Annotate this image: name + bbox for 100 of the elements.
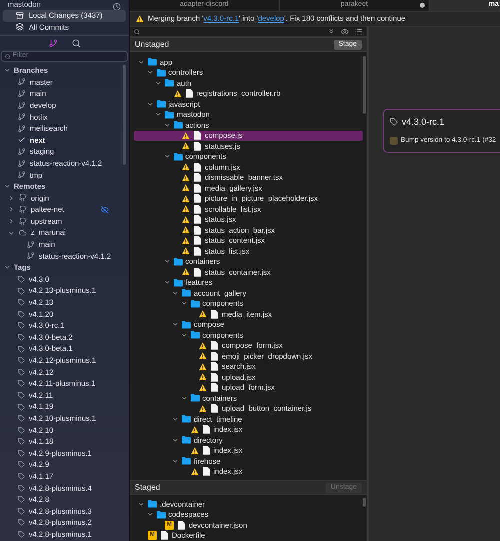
tag-icon xyxy=(18,346,25,353)
folder-icon xyxy=(190,394,200,402)
tag-icon xyxy=(18,357,25,364)
chevron-icon[interactable] xyxy=(8,194,15,202)
chevrons-down-icon[interactable] xyxy=(328,28,335,35)
warning-icon xyxy=(199,342,207,350)
search-icon xyxy=(134,28,140,34)
clock-icon[interactable] xyxy=(113,3,121,11)
tag-icon xyxy=(18,380,25,388)
tag-icon xyxy=(18,426,25,434)
chevron-icon[interactable] xyxy=(172,436,179,444)
tag-icon xyxy=(18,334,25,341)
warning-icon xyxy=(182,184,190,192)
tag-icon xyxy=(18,368,25,376)
tag-icon xyxy=(18,519,25,526)
warning-icon xyxy=(199,310,207,318)
folder-icon xyxy=(148,58,157,66)
warning-icon xyxy=(199,404,207,413)
hidden-icon[interactable] xyxy=(101,206,109,214)
chevron-icon[interactable] xyxy=(4,183,11,190)
file-icon xyxy=(186,89,192,98)
branch-icon[interactable] xyxy=(48,39,58,48)
chevron-icon[interactable] xyxy=(155,111,162,118)
tag-icon xyxy=(18,438,25,446)
warning-icon xyxy=(190,426,198,434)
tag-icon xyxy=(18,415,25,422)
chevron-icon[interactable] xyxy=(146,100,154,108)
chevron-icon[interactable] xyxy=(172,290,179,297)
box-icon xyxy=(16,12,24,20)
tag-icon xyxy=(18,404,25,411)
file-icon xyxy=(161,531,168,540)
folder-icon xyxy=(174,278,182,287)
search-icon xyxy=(5,54,11,60)
warning-icon xyxy=(182,174,190,182)
scrollbar-thumb[interactable] xyxy=(123,65,126,165)
warning-icon xyxy=(199,384,207,392)
chevron-icon[interactable] xyxy=(164,279,170,286)
tag-name: v4.3.0-rc.1 xyxy=(402,116,445,129)
tag-icon xyxy=(18,310,25,318)
chevron-icon[interactable] xyxy=(4,67,11,74)
chevron-icon[interactable] xyxy=(138,500,145,508)
tag-icon xyxy=(18,496,25,504)
chevron-icon[interactable] xyxy=(4,264,11,272)
file-icon xyxy=(178,520,185,530)
tag-icon xyxy=(18,288,25,295)
github-icon xyxy=(19,218,27,226)
warning-icon xyxy=(182,132,190,140)
chevron-icon[interactable] xyxy=(138,58,145,66)
chevron-icon[interactable] xyxy=(180,332,188,339)
cloud-icon xyxy=(19,229,27,238)
warning-icon xyxy=(182,268,190,276)
chevron-icon[interactable] xyxy=(180,300,188,308)
warning-icon xyxy=(182,236,190,245)
folder-icon xyxy=(190,331,200,340)
chevron-icon[interactable] xyxy=(180,394,188,402)
folder-icon xyxy=(182,415,191,424)
warning-icon xyxy=(182,216,190,224)
file-icon xyxy=(211,404,218,414)
folder-icon xyxy=(182,436,191,444)
tag-icon xyxy=(18,450,25,457)
chevron-icon[interactable] xyxy=(164,122,170,129)
chevron-icon[interactable] xyxy=(8,206,15,214)
chevron-icon[interactable] xyxy=(172,416,179,423)
tag-icon xyxy=(18,322,25,330)
tag-icon xyxy=(18,508,25,515)
chevron-icon[interactable] xyxy=(146,511,154,518)
chevron-icon[interactable] xyxy=(164,153,170,160)
warning-icon xyxy=(136,15,144,23)
folder-icon xyxy=(174,152,182,161)
folder-icon xyxy=(174,258,182,266)
eye-icon[interactable] xyxy=(341,28,349,36)
folder-icon xyxy=(165,110,174,119)
file-icon xyxy=(194,268,201,277)
chevron-icon[interactable] xyxy=(172,458,179,465)
file-icon xyxy=(211,310,218,319)
folder-icon xyxy=(174,121,182,130)
chevron-icon[interactable] xyxy=(8,230,15,237)
warning-icon xyxy=(182,163,190,172)
chevron-icon[interactable] xyxy=(146,69,154,76)
tag-icon xyxy=(18,473,25,480)
warning-icon xyxy=(199,362,207,371)
folder-icon xyxy=(165,79,174,88)
folder-icon xyxy=(148,500,157,508)
tag-icon xyxy=(390,118,398,126)
tag-icon xyxy=(18,276,25,283)
list-icon[interactable] xyxy=(355,28,363,36)
github-icon xyxy=(19,194,27,202)
chevron-icon[interactable] xyxy=(172,321,179,328)
file-icon xyxy=(202,467,210,476)
warning-icon xyxy=(182,226,190,234)
chevron-icon[interactable] xyxy=(155,80,162,87)
chevron-icon[interactable] xyxy=(8,218,15,226)
chevron-icon[interactable] xyxy=(164,258,170,266)
folder-icon xyxy=(182,320,191,329)
warning-icon xyxy=(190,446,198,455)
tag-icon xyxy=(18,392,25,399)
file-icon xyxy=(202,446,210,456)
warning-icon xyxy=(190,468,198,476)
search-icon[interactable] xyxy=(72,39,80,48)
tag-icon xyxy=(18,299,25,306)
